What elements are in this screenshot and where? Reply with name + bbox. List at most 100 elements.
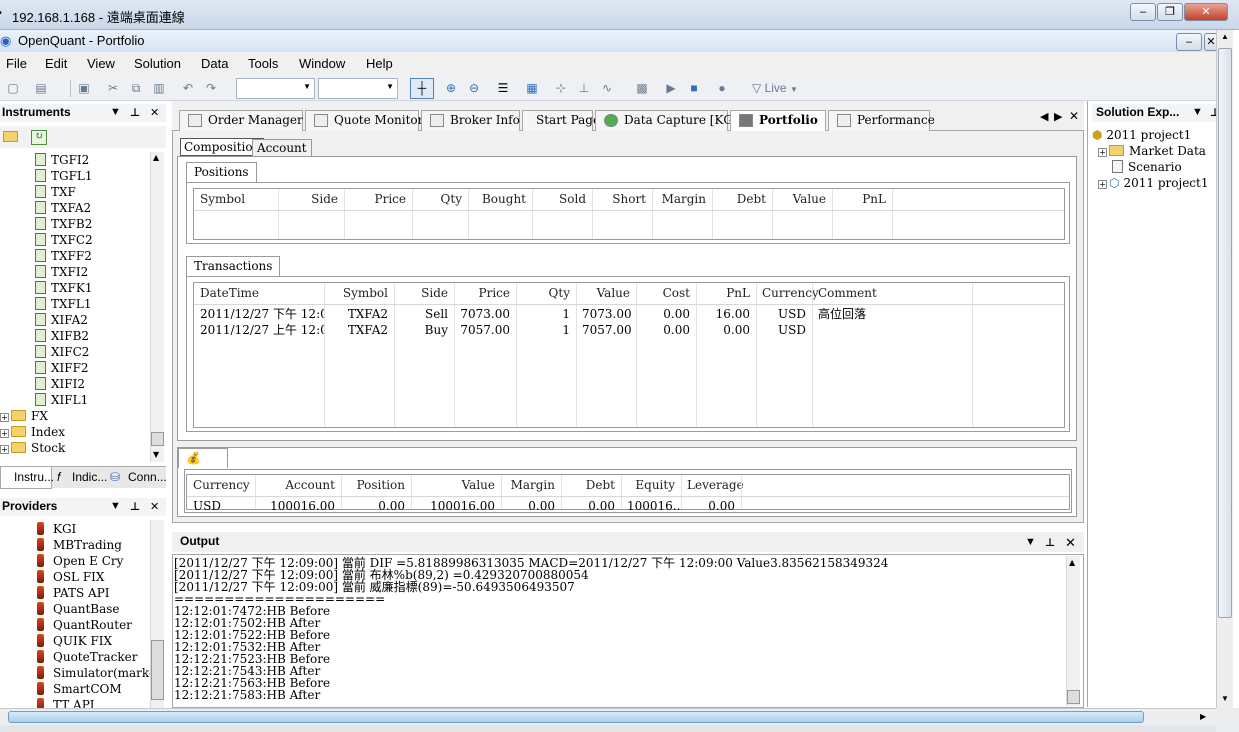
scroll-up-icon[interactable]: ▲ [1069, 558, 1075, 567]
tab-broker-info[interactable]: Broker Info [421, 110, 520, 131]
transactions-cell[interactable]: 7073.00 [454, 306, 516, 322]
instrument-item[interactable]: XIFI2 [35, 376, 85, 392]
instrument-item[interactable]: TXFC2 [35, 232, 93, 248]
provider-item[interactable]: MBTrading [37, 537, 122, 553]
tab-scroll-left-icon[interactable]: ◀ [1040, 110, 1048, 123]
cut-icon[interactable]: ✂ [105, 80, 121, 96]
tab-data-capture[interactable]: Data Capture [KGI] [595, 110, 742, 131]
restore-button[interactable]: ❐ [1157, 3, 1183, 21]
menu-tools[interactable]: Tools [248, 56, 278, 71]
transactions-cell[interactable]: 7073.00 [576, 306, 636, 322]
toolbar-combo-2[interactable]: ▼ [318, 78, 398, 99]
list-icon[interactable]: ☰ [495, 80, 511, 96]
crosshair-icon[interactable]: ┼ [410, 78, 434, 99]
menu-view[interactable]: View [87, 56, 115, 71]
scroll-thumb[interactable] [151, 640, 164, 700]
panel-close-icon[interactable]: ✕ [1065, 535, 1076, 551]
splitter[interactable] [1087, 101, 1088, 707]
account-cell[interactable]: 0.00 [501, 498, 561, 514]
live-mode-button[interactable]: ▽ Live ▼ [752, 81, 798, 95]
expand-icon[interactable]: + [1098, 180, 1107, 189]
instrument-item[interactable]: TGFL1 [35, 168, 93, 184]
transactions-cell[interactable]: 1 [516, 322, 576, 338]
scroll-thumb[interactable] [151, 432, 164, 446]
transactions-cell[interactable]: TXFA2 [324, 322, 394, 338]
menu-data[interactable]: Data [201, 56, 228, 71]
connection-icon[interactable]: ● [714, 80, 730, 96]
money-bag-tab[interactable]: 💰 [178, 448, 228, 468]
open-icon[interactable]: ▤ [33, 80, 49, 96]
provider-item[interactable]: PATS API [37, 585, 110, 601]
solution-item-scenario[interactable]: Scenario [1112, 159, 1182, 175]
transactions-cell[interactable]: 16.00 [696, 306, 756, 322]
pin-icon[interactable]: ⊥ [130, 106, 140, 119]
tab-scroll-right-icon[interactable]: ▶ [1054, 110, 1062, 123]
tab-instruments[interactable]: Instru... [0, 467, 54, 489]
positions-tab[interactable]: Positions [186, 162, 257, 182]
draw-tool-icon[interactable]: ⊥ [576, 80, 592, 96]
play-icon[interactable]: ▶ [663, 80, 679, 96]
instruments-scrollbar[interactable]: ▲ ▼ [150, 152, 164, 462]
redo-icon[interactable]: ↷ [203, 80, 219, 96]
instrument-folder[interactable]: + Stock [0, 440, 65, 456]
transactions-cell[interactable]: 1 [516, 306, 576, 322]
panel-close-icon[interactable]: ✕ [150, 106, 159, 119]
zoom-out-icon[interactable]: ⊖ [466, 80, 482, 96]
instrument-item[interactable]: XIFC2 [35, 344, 89, 360]
tab-indicators[interactable]: Indic... [72, 470, 107, 484]
instrument-folder[interactable]: + Index [0, 424, 65, 440]
provider-item[interactable]: QUIK FIX [37, 633, 112, 649]
instrument-item[interactable]: TXFA2 [35, 200, 91, 216]
pin-icon[interactable]: ⊥ [1045, 536, 1055, 549]
instrument-item[interactable]: TXFF2 [35, 248, 92, 264]
instrument-item[interactable]: TGFI2 [35, 152, 89, 168]
menu-edit[interactable]: Edit [45, 56, 67, 71]
scroll-thumb[interactable] [8, 711, 1144, 723]
account-cell[interactable]: 0.00 [681, 498, 741, 514]
new-icon[interactable]: ▢ [5, 80, 21, 96]
rdp-horizontal-scrollbar[interactable]: ▶ [0, 708, 1216, 725]
transactions-cell[interactable]: Sell [394, 306, 454, 322]
account-cell[interactable]: 100016.... [621, 498, 681, 514]
chart-properties-icon[interactable]: ▦ [524, 80, 540, 96]
provider-item[interactable]: TT API [37, 697, 95, 708]
solution-root[interactable]: ⬢ 2011 project1 [1092, 127, 1191, 143]
instrument-folder[interactable]: + FX [0, 408, 48, 424]
instrument-item[interactable]: XIFL1 [35, 392, 88, 408]
instrument-item[interactable]: XIFA2 [35, 312, 88, 328]
transactions-cell[interactable]: USD [756, 306, 812, 322]
scroll-up-icon[interactable]: ▲ [153, 153, 159, 162]
providers-scrollbar[interactable] [150, 520, 164, 708]
account-cell[interactable]: 100016.00 [411, 498, 501, 514]
transactions-cell[interactable]: 7057.00 [454, 322, 516, 338]
provider-item[interactable]: QuantRouter [37, 617, 132, 633]
line-tool-icon[interactable]: ⊹ [553, 80, 569, 96]
tab-performance[interactable]: Performance [828, 110, 935, 131]
scroll-thumb[interactable] [1218, 48, 1232, 618]
tab-account[interactable]: Account [252, 139, 312, 156]
transactions-cell[interactable]: 0.00 [636, 306, 696, 322]
scroll-down-icon[interactable]: ▼ [1221, 694, 1229, 703]
folder-open-icon[interactable] [3, 130, 23, 144]
scroll-thumb[interactable] [1067, 690, 1080, 704]
menu-solution[interactable]: Solution [134, 56, 181, 71]
solution-item-market-data[interactable]: + Market Data [1098, 143, 1206, 159]
account-cell[interactable]: USD [187, 498, 255, 514]
save-icon[interactable]: ▣ [76, 80, 92, 96]
instrument-item[interactable]: TXFK1 [35, 280, 92, 296]
transactions-cell[interactable]: 2011/12/27 下午 12:06... [194, 306, 324, 322]
scroll-up-icon[interactable]: ▲ [1221, 32, 1229, 41]
menu-help[interactable]: Help [366, 56, 393, 71]
tab-quote-monitor[interactable]: Quote Monitor [305, 110, 423, 131]
transactions-cell[interactable]: TXFA2 [324, 306, 394, 322]
panel-dropdown-icon[interactable]: ▼ [110, 500, 121, 512]
menu-file[interactable]: File [6, 56, 27, 71]
transactions-cell[interactable]: 0.00 [696, 322, 756, 338]
copy-icon[interactable]: ⧉ [128, 80, 144, 96]
panel-dropdown-icon[interactable]: ▼ [1025, 536, 1036, 548]
transactions-cell[interactable]: 2011/12/27 上午 12:00... [194, 322, 324, 338]
paste-icon[interactable]: ▥ [151, 80, 167, 96]
output-textarea[interactable]: [2011/12/27 下午 12:09:00] 當前 DIF =5.81889… [172, 554, 1084, 708]
instrument-item[interactable]: TXFL1 [35, 296, 91, 312]
tab-portfolio[interactable]: Portfolio [730, 110, 826, 132]
